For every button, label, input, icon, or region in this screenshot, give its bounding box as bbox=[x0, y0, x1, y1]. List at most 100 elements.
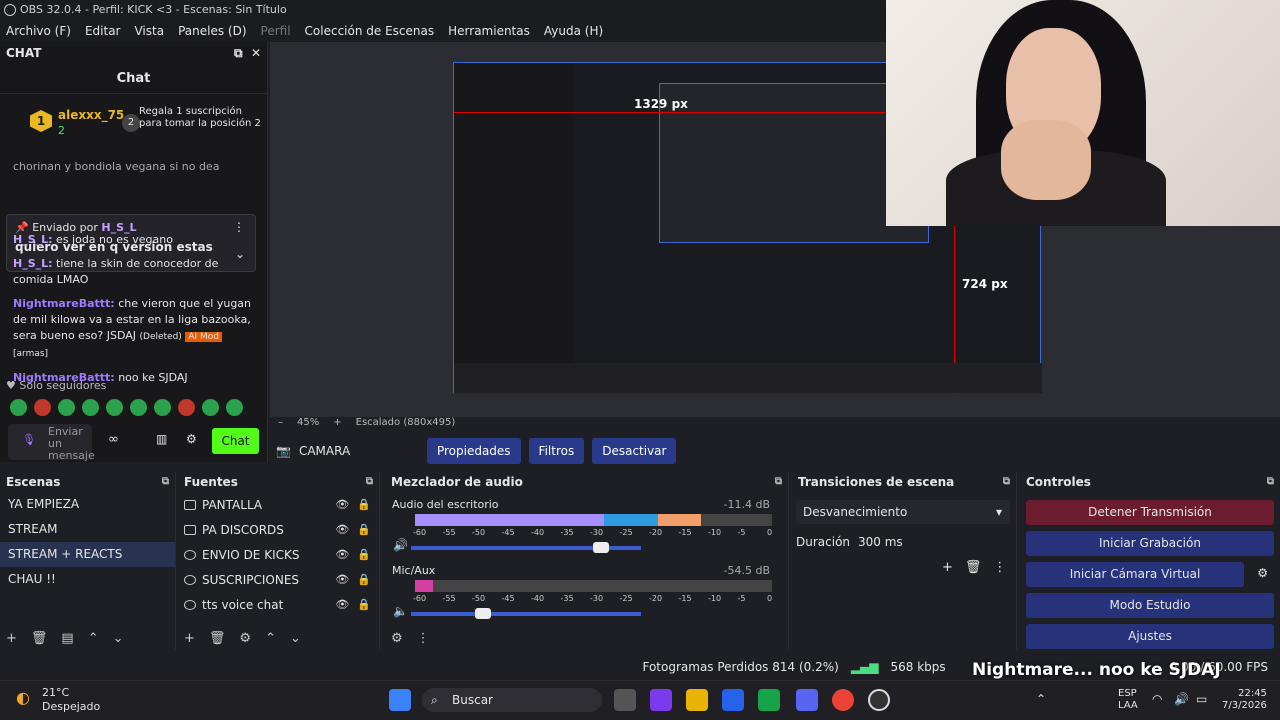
move-up-icon[interactable]: ⌃ bbox=[265, 631, 276, 646]
volume-slider[interactable] bbox=[411, 608, 641, 619]
emote-icon[interactable] bbox=[154, 399, 171, 416]
eye-icon[interactable]: 👁 bbox=[335, 573, 349, 586]
excel-icon[interactable] bbox=[758, 689, 780, 711]
chat-username[interactable]: H_S_L: bbox=[13, 257, 53, 270]
move-down-icon[interactable]: ⌄ bbox=[290, 631, 301, 646]
move-up-icon[interactable]: ⌃ bbox=[88, 631, 99, 646]
float-icon[interactable]: ⧉ bbox=[1267, 472, 1274, 492]
deactivate-button[interactable]: Desactivar bbox=[592, 438, 677, 464]
copilot-icon[interactable] bbox=[650, 689, 672, 711]
add-icon[interactable]: + bbox=[942, 560, 953, 575]
menu-archivo[interactable]: Archivo (F) bbox=[6, 24, 71, 38]
source-item[interactable]: SUSCRIPCIONES 👁 🔒 bbox=[178, 567, 379, 592]
filter-icon[interactable]: ▤ bbox=[61, 631, 73, 646]
trash-icon[interactable]: 🗑 bbox=[965, 560, 982, 575]
source-item[interactable]: tts voice chat 👁 🔒 bbox=[178, 592, 379, 617]
clock[interactable]: 22:45 7/3/2026 bbox=[1222, 688, 1267, 712]
start-recording-button[interactable]: Iniciar Grabación bbox=[1026, 531, 1274, 556]
volume-slider-handle[interactable] bbox=[592, 542, 609, 553]
menu-paneles[interactable]: Paneles (D) bbox=[178, 24, 246, 38]
trash-icon[interactable]: 🗑 bbox=[31, 631, 48, 646]
word-icon[interactable] bbox=[722, 689, 744, 711]
duration-input[interactable]: 300 ms bbox=[848, 530, 1010, 554]
menu-perfil[interactable]: Perfil bbox=[261, 24, 291, 38]
store-icon[interactable]: ▥ bbox=[156, 432, 167, 446]
task-view-icon[interactable] bbox=[614, 689, 636, 711]
eye-icon[interactable]: 👁 bbox=[335, 523, 349, 536]
gear-icon[interactable]: ⚙ bbox=[239, 631, 251, 646]
speaker-icon[interactable]: 🔊 bbox=[393, 538, 408, 552]
trash-icon[interactable]: 🗑 bbox=[209, 631, 226, 646]
chat-username[interactable]: H_S_L: bbox=[13, 233, 53, 246]
menu-vista[interactable]: Vista bbox=[134, 24, 164, 38]
taskbar-search[interactable]: ⌕ Buscar bbox=[422, 688, 602, 712]
filters-button[interactable]: Filtros bbox=[528, 438, 585, 464]
obs-taskbar-icon[interactable] bbox=[868, 689, 890, 711]
scene-item-selected[interactable]: STREAM + REACTS bbox=[0, 542, 175, 567]
discord-icon[interactable] bbox=[796, 689, 818, 711]
stop-streaming-button[interactable]: Detener Transmisión bbox=[1026, 500, 1274, 525]
lock-icon[interactable]: 🔒 bbox=[357, 598, 371, 611]
properties-button[interactable]: Propiedades bbox=[426, 438, 521, 464]
studio-mode-button[interactable]: Modo Estudio bbox=[1026, 593, 1274, 618]
lock-icon[interactable]: 🔒 bbox=[357, 498, 371, 511]
more-options-icon[interactable]: ⋮ bbox=[993, 560, 1006, 575]
scene-item[interactable]: CHAU !! bbox=[0, 567, 175, 592]
emote-icon[interactable] bbox=[130, 399, 147, 416]
close-icon[interactable]: ✕ bbox=[251, 46, 261, 60]
scene-item[interactable]: STREAM bbox=[0, 517, 175, 542]
gift-cta[interactable]: Regala 1 suscripción para tomar la posic… bbox=[139, 106, 264, 130]
more-options-icon[interactable]: ⋮ bbox=[417, 631, 430, 646]
add-icon[interactable]: + bbox=[184, 631, 195, 646]
gifter-name[interactable]: alexxx_75 bbox=[58, 108, 124, 122]
start-virtual-camera-button[interactable]: Iniciar Cámara Virtual bbox=[1026, 562, 1244, 587]
gear-icon[interactable]: ⚙ bbox=[186, 432, 197, 446]
eye-icon[interactable]: 👁 bbox=[335, 498, 349, 511]
chevron-up-icon[interactable]: ⌃ bbox=[1036, 692, 1046, 706]
chat-input[interactable]: 🎙 Enviar un mensaje bbox=[8, 424, 95, 462]
battery-icon[interactable]: ▭ bbox=[1196, 692, 1207, 706]
volume-icon[interactable]: 🔊 bbox=[1174, 692, 1189, 706]
speaker-muted-icon[interactable]: 🔈 bbox=[393, 604, 408, 618]
lock-icon[interactable]: 🔒 bbox=[357, 523, 371, 536]
emote-icon[interactable] bbox=[34, 399, 51, 416]
file-explorer-icon[interactable] bbox=[686, 689, 708, 711]
menu-herramientas[interactable]: Herramientas bbox=[448, 24, 530, 38]
source-item[interactable]: PA DISCORDS 👁 🔒 bbox=[178, 517, 379, 542]
language-indicator[interactable]: ESP LAA bbox=[1118, 688, 1138, 712]
emote-icon[interactable] bbox=[58, 399, 75, 416]
volume-slider[interactable] bbox=[411, 542, 641, 553]
emote-icon[interactable] bbox=[82, 399, 99, 416]
send-chat-button[interactable]: Chat bbox=[212, 428, 259, 454]
lock-icon[interactable]: 🔒 bbox=[357, 573, 371, 586]
wifi-icon[interactable]: ◠ bbox=[1152, 692, 1162, 706]
emote-icon[interactable] bbox=[202, 399, 219, 416]
float-icon[interactable]: ⧉ bbox=[775, 472, 782, 492]
eye-icon[interactable]: 👁 bbox=[335, 598, 349, 611]
float-icon[interactable]: ⧉ bbox=[234, 46, 243, 60]
microphone-icon[interactable]: 🎙 bbox=[22, 434, 36, 446]
float-icon[interactable]: ⧉ bbox=[366, 472, 373, 492]
menu-coleccion-escenas[interactable]: Colección de Escenas bbox=[305, 24, 435, 38]
emote-icon[interactable] bbox=[178, 399, 195, 416]
volume-slider-handle[interactable] bbox=[475, 608, 492, 619]
source-item[interactable]: PANTALLA 👁 🔒 bbox=[178, 492, 379, 517]
scene-item[interactable]: YA EMPIEZA bbox=[0, 492, 175, 517]
float-icon[interactable]: ⧉ bbox=[162, 472, 169, 492]
emote-picker-icon[interactable]: ∞ bbox=[108, 432, 119, 447]
source-item[interactable]: ENVIO DE KICKS 👁 🔒 bbox=[178, 542, 379, 567]
add-icon[interactable]: + bbox=[6, 631, 17, 646]
emote-icon[interactable] bbox=[106, 399, 123, 416]
weather-temp[interactable]: 21°C bbox=[42, 686, 69, 699]
chat-username[interactable]: NightmareBattt: bbox=[13, 297, 115, 310]
weather-icon[interactable]: ◐ bbox=[16, 688, 30, 707]
windows-start-icon[interactable] bbox=[389, 689, 411, 711]
eye-icon[interactable]: 👁 bbox=[335, 548, 349, 561]
move-down-icon[interactable]: ⌄ bbox=[113, 631, 124, 646]
settings-button[interactable]: Ajustes bbox=[1026, 624, 1274, 649]
zoom-in-icon[interactable]: + bbox=[333, 417, 341, 428]
menu-editar[interactable]: Editar bbox=[85, 24, 121, 38]
emote-icon[interactable] bbox=[226, 399, 243, 416]
gear-icon[interactable]: ⚙ bbox=[1257, 566, 1268, 580]
zoom-out-icon[interactable]: – bbox=[278, 417, 283, 428]
